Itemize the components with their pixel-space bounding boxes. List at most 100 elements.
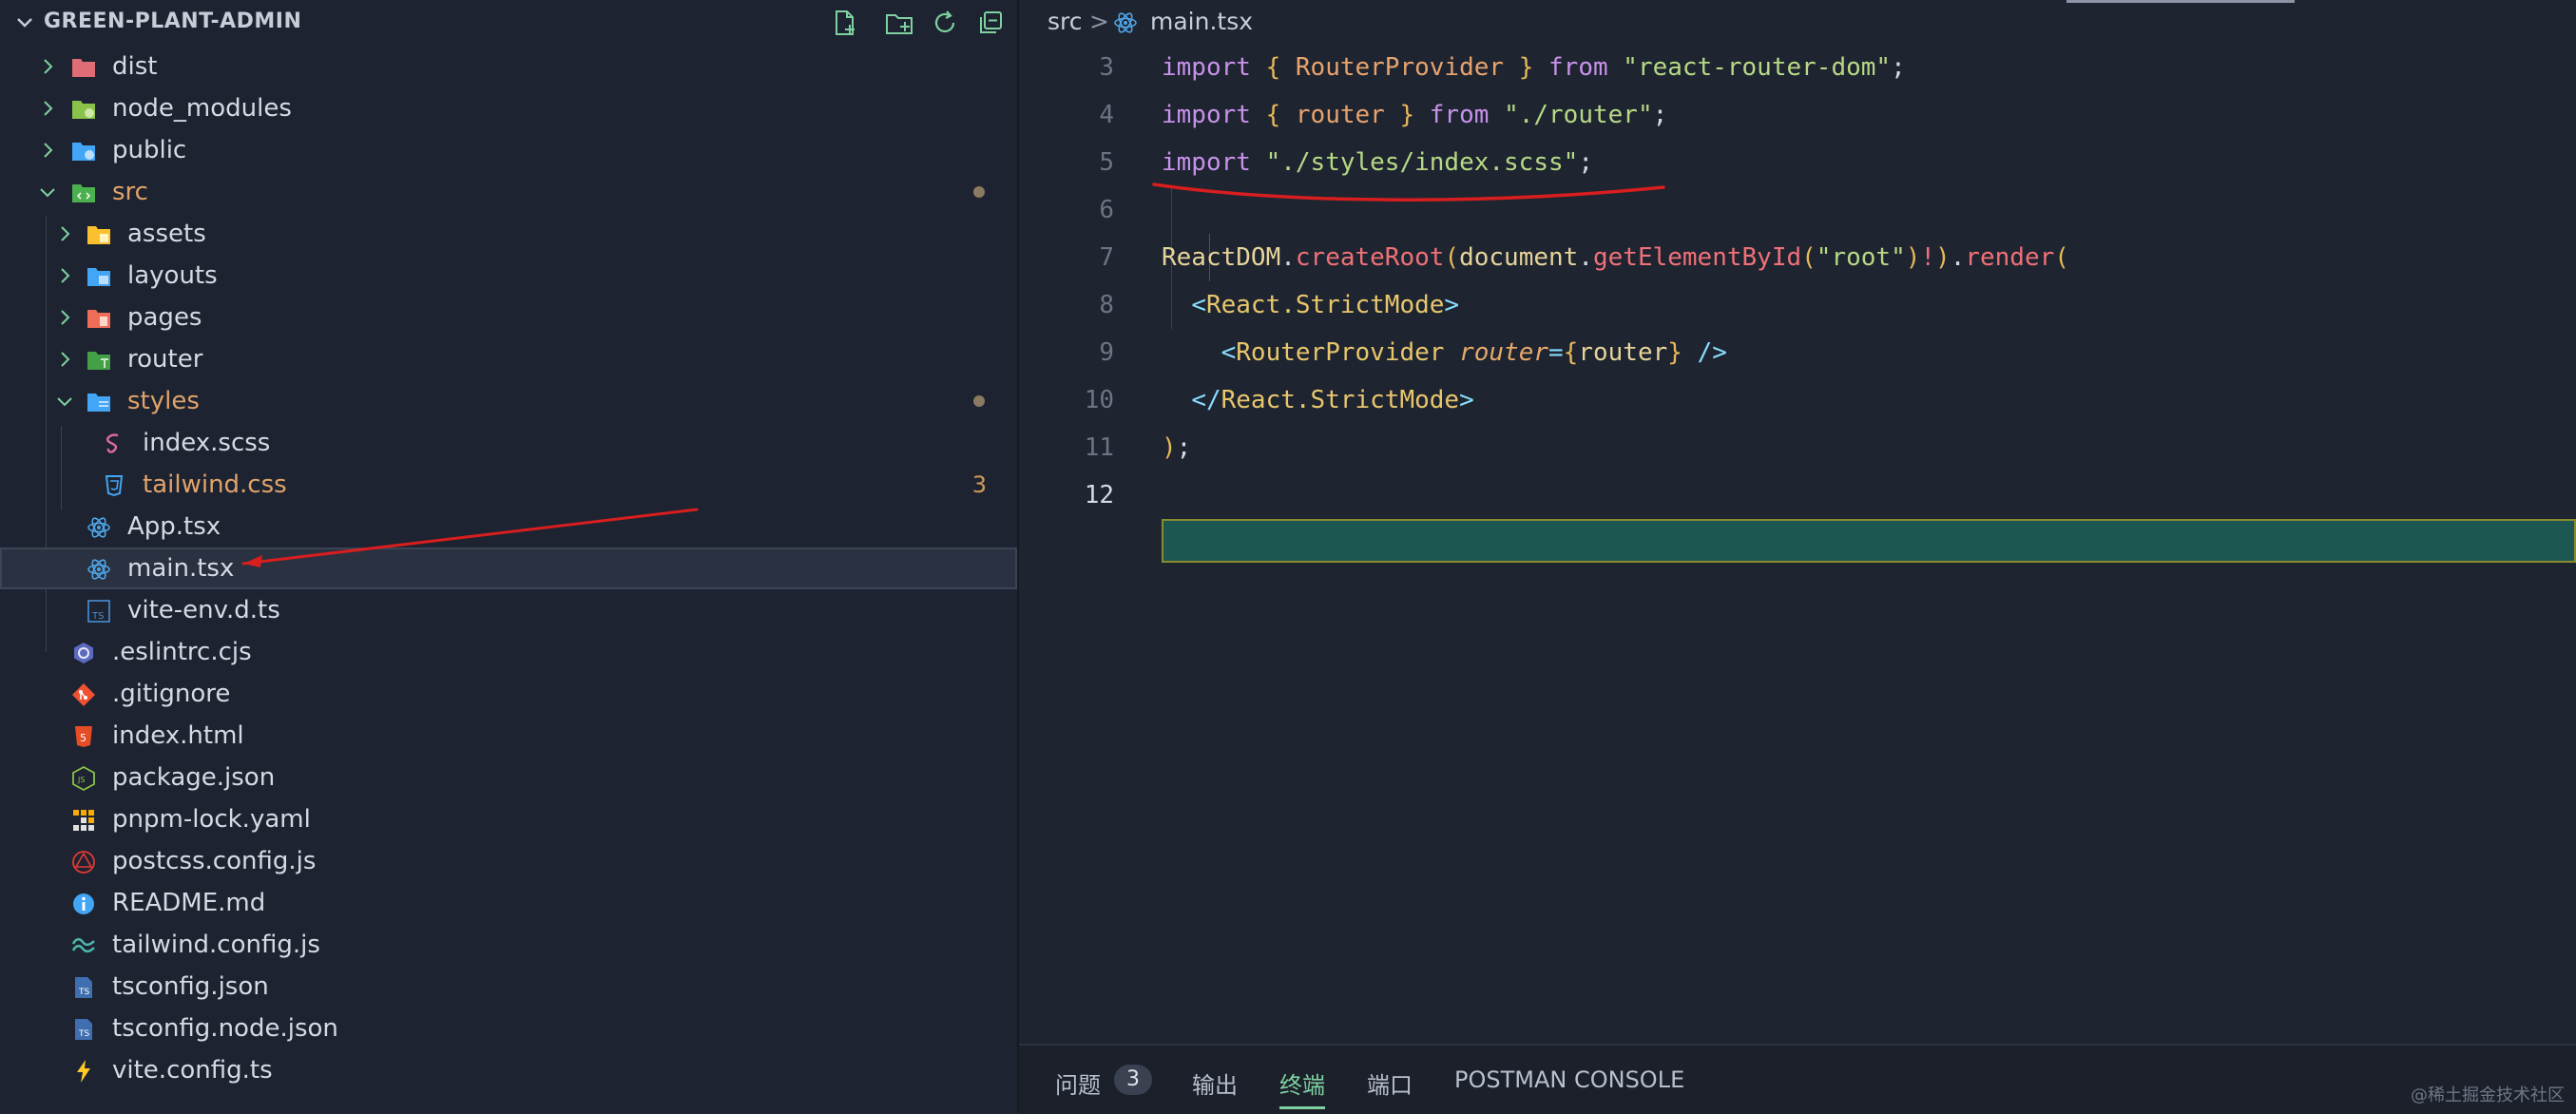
tab-problems[interactable]: 问题 [1055,1066,1101,1100]
code-token: "./router" [1504,101,1653,129]
pnpm-icon [73,810,94,831]
code-line[interactable]: 10 </React.StrictMode> [1019,376,2576,424]
code-text: ); [1162,424,1191,471]
tree-item-index-html[interactable]: 5 index.html [0,715,1017,757]
code-token: { [1563,338,1579,367]
folder-pages-icon [87,310,110,328]
code-token: React.StrictMode [1205,291,1445,319]
breadcrumb-file[interactable]: main.tsx [1150,8,1253,35]
code-line[interactable]: 12 [1019,471,2576,519]
code-token: . [1578,243,1593,272]
chevron-right-icon [44,101,53,116]
line-number: 11 [1084,433,1114,462]
code-line[interactable]: 9 <RouterProvider router={router} /> [1019,329,2576,376]
tab-postman-console[interactable]: POSTMAN CONSOLE [1454,1066,1684,1093]
code-token: > [1444,291,1460,319]
refresh-icon[interactable] [930,8,960,38]
tab-output[interactable]: 输出 [1192,1066,1238,1100]
code-token: createRoot [1295,243,1445,272]
code-editor[interactable]: src > main.tsx 3 import { RouterProvider … [1019,0,2576,1044]
tab-ports[interactable]: 端口 [1367,1066,1413,1100]
code-line[interactable]: 8 <React.StrictMode> [1019,281,2576,329]
bottom-panel: 问题 3 输出 终端 端口 POSTMAN CONSOLE @稀土掘金技术社区 [1019,1044,2576,1114]
tree-item-readme[interactable]: README.md [0,882,1017,924]
code-line[interactable]: 4 import { router } from "./router"; [1019,91,2576,139]
code-token: ( [2054,243,2069,272]
tree-item-assets[interactable]: assets [0,213,1017,255]
code-token: import [1162,148,1251,177]
nodejs-icon: JS [72,765,95,792]
collapse-all-icon[interactable] [975,8,1006,38]
tree-item-index-scss[interactable]: index.scss [0,422,1017,464]
code-token: /> [1697,338,1727,367]
code-token: from [1548,53,1608,82]
tree-item-layouts[interactable]: layouts [0,255,1017,297]
tailwind-icon [71,937,95,953]
tree-item-tsconfig[interactable]: TS tsconfig.json [0,966,1017,1008]
react-icon [1112,10,1139,42]
chevron-right-icon [44,143,53,158]
tree-item-vite-config[interactable]: vite.config.ts [0,1049,1017,1091]
tree-item-router[interactable]: router [0,338,1017,380]
code-token: render [1965,243,2055,272]
code-token: . [1280,243,1296,272]
typescript-def-icon: TS [87,600,110,623]
code-line[interactable]: 11); [1019,424,2576,471]
horizontal-scrollbar-thumb[interactable] [2067,0,2295,3]
tree-item-dist[interactable]: dist [0,46,1017,87]
tree-item-app-tsx[interactable]: App.tsx [0,506,1017,547]
code-token: < [1191,291,1206,319]
line-number: 10 [1084,386,1114,414]
tree-item-eslintrc[interactable]: .eslintrc.cjs [0,631,1017,673]
line-number: 7 [1099,243,1114,272]
line-number: 3 [1099,53,1114,82]
tree-item-tailwind-config[interactable]: tailwind.config.js [0,924,1017,966]
code-token: ( [1801,243,1817,272]
tree-item-node-modules[interactable]: node_modules [0,87,1017,129]
tree-item-styles[interactable]: styles [0,380,1017,422]
tree-item-pages[interactable]: pages [0,297,1017,338]
code-token: = [1548,338,1564,367]
chevron-down-icon [57,397,72,407]
code-token: getElementById [1592,243,1802,272]
tree-item-pnpm-lock[interactable]: pnpm-lock.yaml [0,798,1017,840]
breadcrumb-folder[interactable]: src [1048,8,1083,35]
code-line[interactable]: 7 ReactDOM.createRoot(document.getElement… [1019,234,2576,281]
tree-item-public[interactable]: public [0,129,1017,171]
code-token: ; [1578,148,1593,177]
code-line[interactable]: 5 import "./styles/index.scss"; [1019,139,2576,186]
folder-assets-icon [87,226,110,244]
vite-icon [77,1060,90,1083]
explorer-header[interactable]: GREEN-PLANT-ADMIN [0,0,1017,46]
chevron-down-icon [40,188,55,198]
code-token: > [1459,386,1474,414]
tab-terminal[interactable]: 终端 [1279,1066,1325,1100]
code-token: ) [1935,243,1951,272]
new-file-icon[interactable] [829,8,859,38]
code-line[interactable]: 3 import { RouterProvider } from "react-r… [1019,44,2576,91]
tree-item-gitignore[interactable]: .gitignore [0,673,1017,715]
tree-item-main-tsx[interactable]: main.tsx [0,547,1017,589]
tree-item-tailwind-css[interactable]: tailwind.css 3 [0,464,1017,506]
tree-item-src[interactable]: src [0,171,1017,213]
eslint-icon [74,643,93,663]
tree-item-postcss-config[interactable]: postcss.config.js [0,840,1017,882]
tree-item-tsconfig-node[interactable]: TS tsconfig.node.json [0,1008,1017,1049]
code-token: RouterProvider [1236,338,1445,367]
current-line-highlight [1162,519,2576,563]
tree-item-package-json[interactable]: JS package.json [0,757,1017,798]
new-folder-icon[interactable] [884,8,914,38]
code-token: document [1459,243,1579,272]
folder-public-icon [72,143,95,161]
tree-item-vite-env[interactable]: TS vite-env.d.ts [0,589,1017,631]
code-line[interactable]: 6 [1019,186,2576,234]
info-icon [73,893,94,914]
chevron-down-icon[interactable] [13,11,36,34]
chevron-right-icon [61,352,70,367]
